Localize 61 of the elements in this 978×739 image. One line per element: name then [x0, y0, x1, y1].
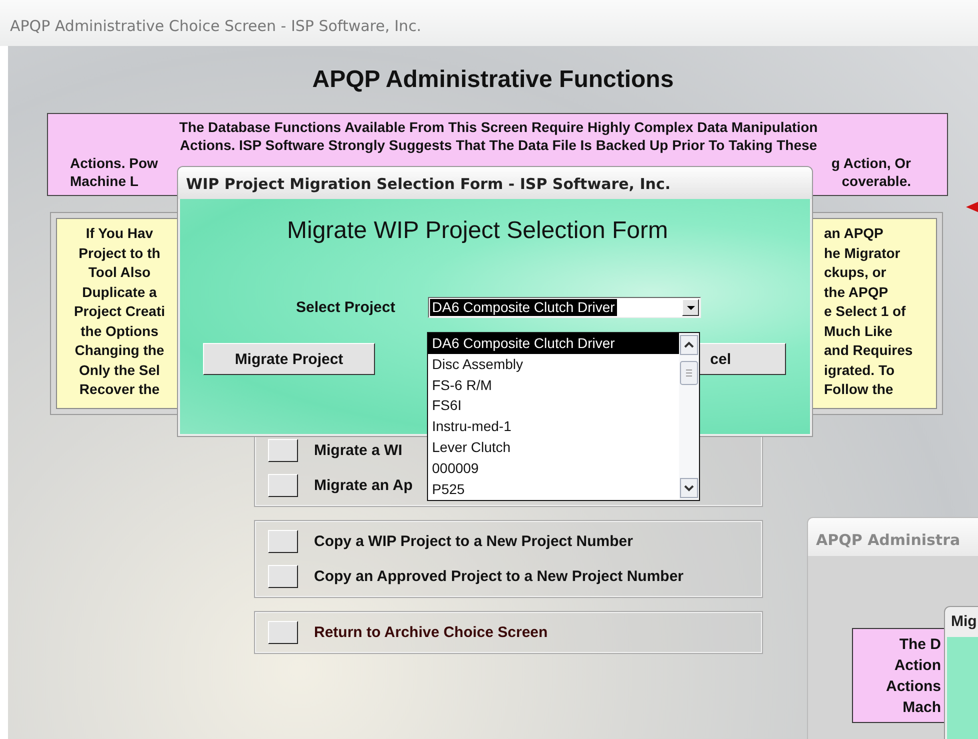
- form-heading: Migrate WIP Project Selection Form: [287, 217, 670, 245]
- info-text: Only the Sel: [79, 360, 160, 380]
- list-item[interactable]: Lever Clutch: [428, 436, 679, 458]
- info-text: igrated. To: [824, 360, 895, 380]
- option-button[interactable]: [268, 474, 298, 497]
- info-text: Tool Also: [88, 263, 151, 282]
- info-text: Follow the: [824, 380, 894, 399]
- scrollbar[interactable]: [679, 333, 699, 500]
- warning-text: The Database Functions Available From This Screen Require Highly Complex Data Manipulation: [179, 118, 818, 136]
- warning-text: Action: [894, 656, 941, 676]
- info-text: ckups, or: [824, 263, 886, 282]
- info-text: Recover the: [79, 380, 160, 399]
- info-text: Duplicate a: [82, 282, 157, 302]
- list-item[interactable]: FS6I: [428, 395, 679, 416]
- list-item[interactable]: P525: [428, 478, 679, 500]
- info-text: Project to th: [78, 244, 160, 263]
- field-label: Select Project: [296, 299, 396, 316]
- list-item[interactable]: DA6 Composite Clutch Driver: [428, 333, 679, 354]
- info-text: Project Creati: [74, 302, 166, 321]
- list-item[interactable]: Disc Assembly: [428, 354, 679, 375]
- option-label: Copy an Approved Project to a New Project Number: [314, 568, 684, 585]
- info-text: e Select 1 of: [824, 302, 906, 321]
- info-text: the Options: [80, 322, 158, 341]
- list-item[interactable]: 000009: [428, 458, 679, 479]
- option-label: Copy a WIP Project to a New Project Number: [314, 533, 633, 550]
- option-label: Migrate an Ap: [314, 477, 413, 494]
- warning-text: Actions. Pow: [70, 154, 158, 172]
- arrow-icon: [966, 200, 978, 214]
- screen-heading: APQP Administrative Functions: [311, 66, 675, 95]
- migrate-button[interactable]: Migrate Project: [203, 343, 375, 375]
- scroll-down-icon[interactable]: [680, 478, 698, 498]
- warning-text: coverable.: [842, 172, 911, 190]
- warning-text: Machine L: [70, 172, 138, 190]
- project-dropdown[interactable]: DA6 Composite Clutch Driver: [428, 297, 701, 318]
- info-text: he Migrator: [824, 244, 900, 263]
- warning-text: g Action, Or: [831, 154, 911, 172]
- option-button[interactable]: [268, 439, 298, 462]
- list-item[interactable]: FS-6 R/M: [428, 374, 679, 396]
- info-text: the APQP: [824, 282, 888, 302]
- option-label: Return to Archive Choice Screen: [314, 624, 548, 641]
- list-item[interactable]: Instru-med-1: [428, 416, 679, 437]
- scroll-up-icon[interactable]: [680, 335, 698, 355]
- option-label: Migrate a WI: [314, 442, 402, 459]
- warning-text: The D: [899, 635, 941, 655]
- window-title: APQP Administrative Choice Screen - ISP Software, Inc.: [10, 17, 422, 35]
- info-text: Changing the: [74, 341, 164, 360]
- info-text: If You Hav: [86, 224, 154, 243]
- caret-icon: [686, 306, 694, 310]
- info-text: and Requires: [824, 341, 913, 360]
- warning-text: Mach: [902, 698, 941, 718]
- dialog-title: Mig: [951, 613, 977, 630]
- warning-text: Actions: [886, 677, 941, 697]
- info-text: an APQP: [824, 224, 884, 243]
- option-button[interactable]: [268, 621, 298, 644]
- scroll-thumb[interactable]: [680, 361, 698, 385]
- window-title: APQP Administra: [816, 531, 960, 549]
- dialog-title: WIP Project Migration Selection Form - ISP Software, Inc.: [186, 175, 671, 193]
- option-button[interactable]: [268, 530, 298, 553]
- warning-text: Actions. ISP Software Strongly Suggests That The Data File Is Backed Up Prior To Taking These: [180, 136, 818, 154]
- info-text: Much Like: [824, 322, 892, 340]
- option-button[interactable]: [268, 565, 298, 588]
